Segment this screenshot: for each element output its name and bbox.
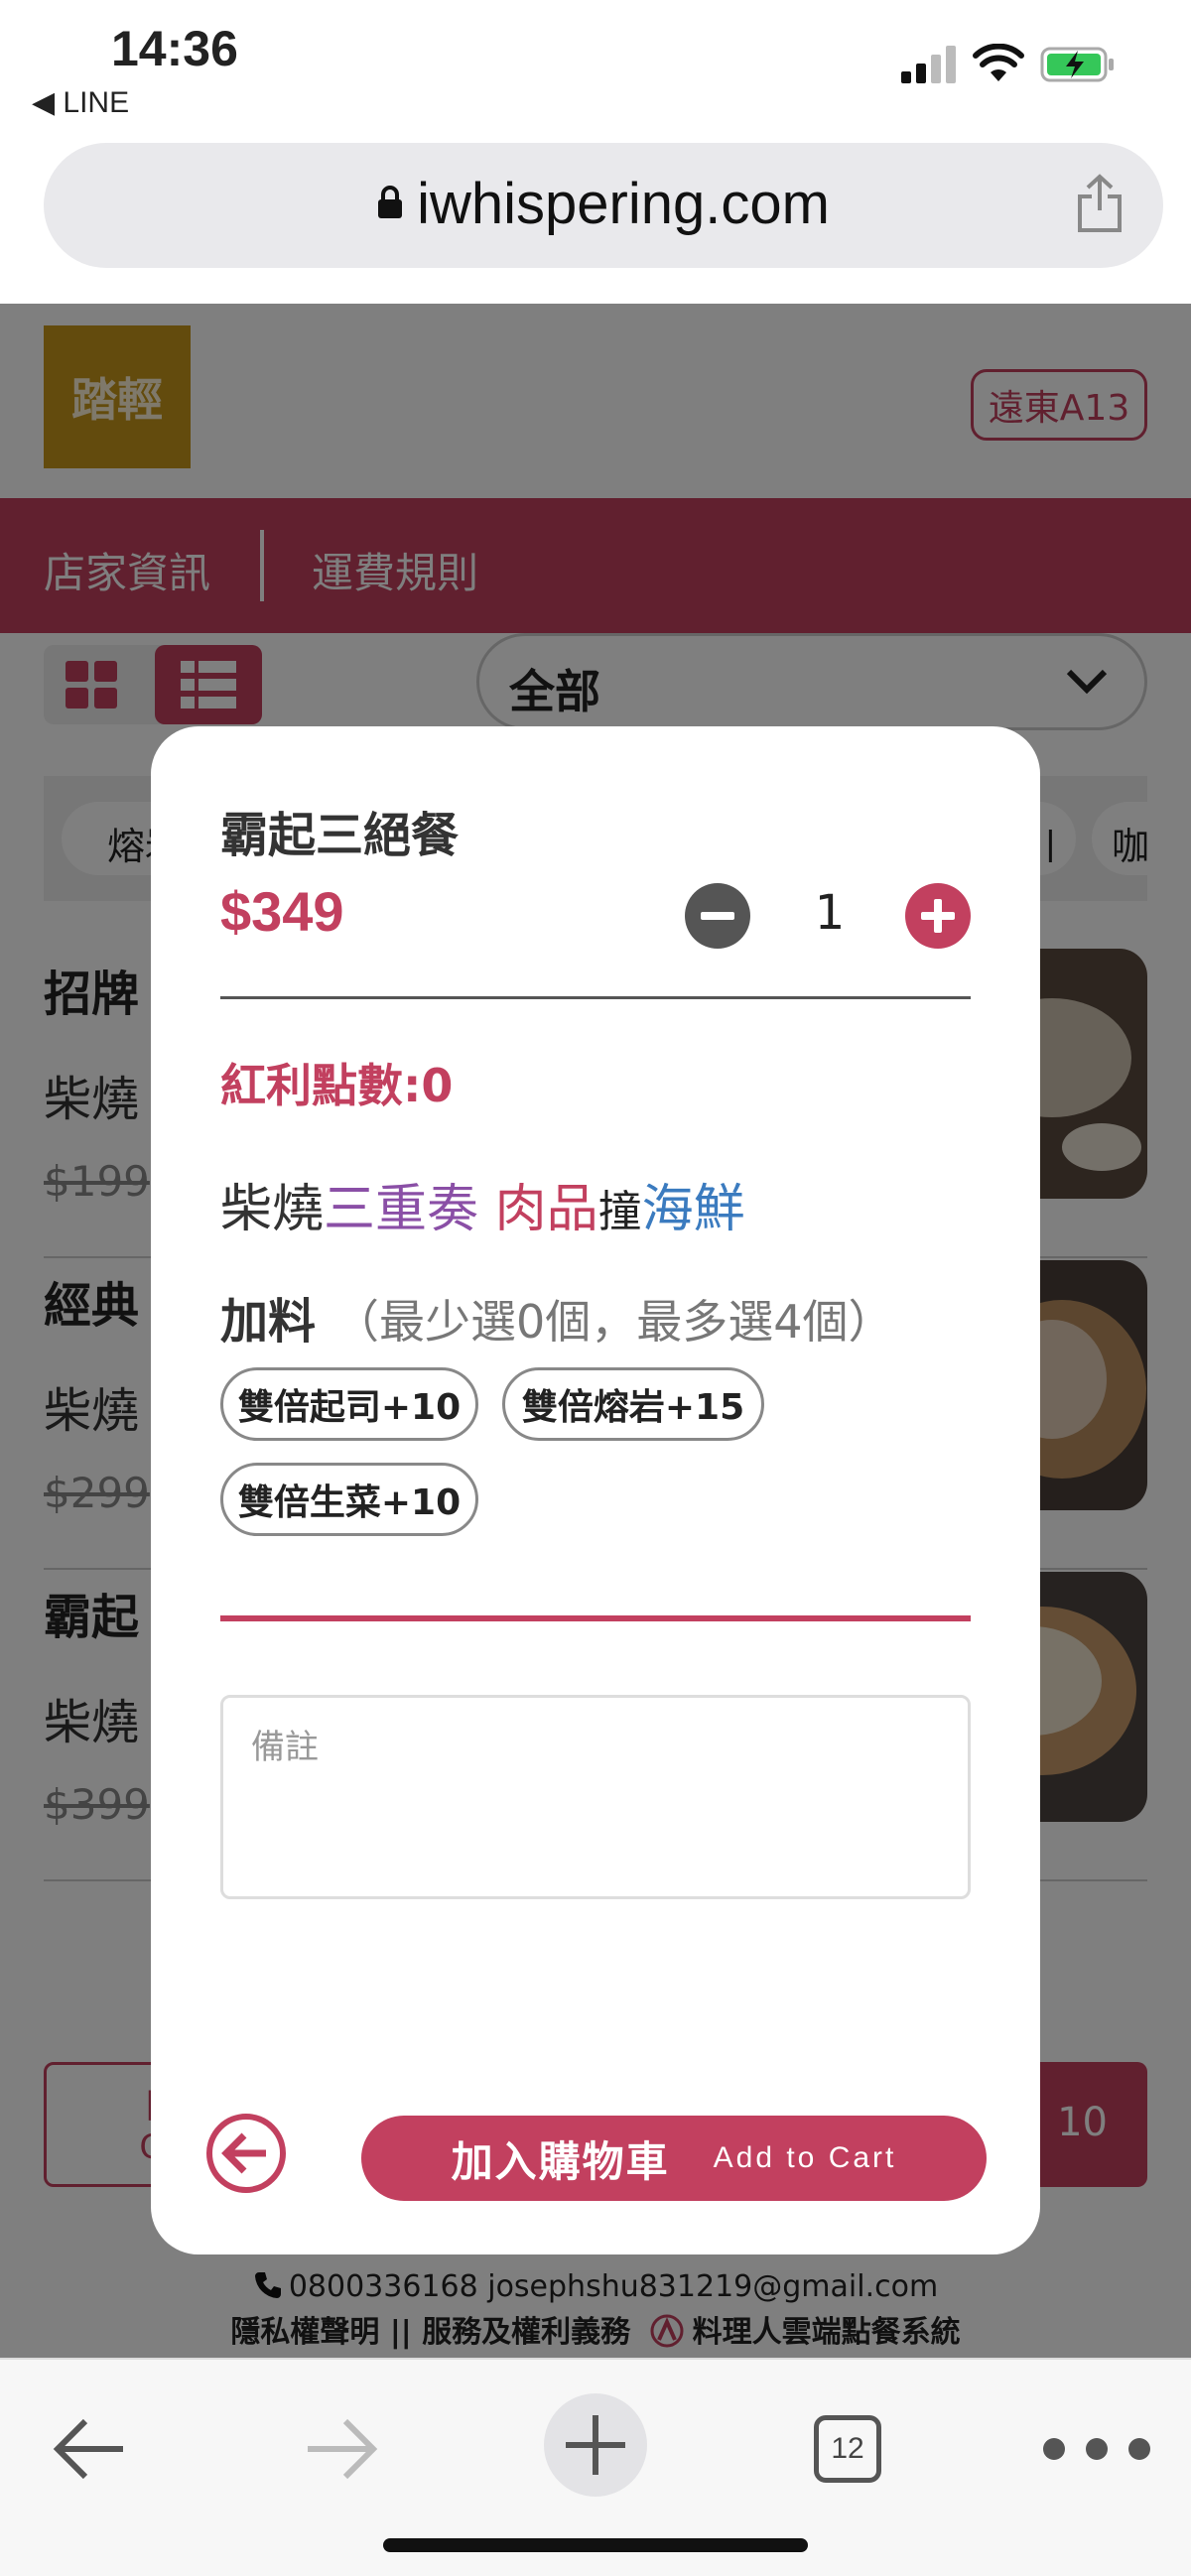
product-subtitle: 柴燒三重奏 肉品撞海鮮 xyxy=(220,1180,745,1239)
tab-switcher-button[interactable]: 12 xyxy=(814,2415,881,2483)
addon-section-title: 加料 （最少選0個，最多選4個） xyxy=(220,1294,894,1350)
browser-back-icon[interactable] xyxy=(50,2415,129,2483)
add-to-cart-button[interactable]: 加入購物車 Add to Cart xyxy=(361,2116,987,2201)
remark-input[interactable] xyxy=(220,1695,971,1899)
product-options-modal: 霸起三絕餐 $349 1 紅利點數:0 柴燒三重奏 肉品撞海鮮 加料 （最少選0個… xyxy=(151,726,1040,2254)
modal-divider xyxy=(220,996,971,999)
status-time: 14:36 xyxy=(111,21,238,76)
add-to-cart-label-en: Add to Cart xyxy=(713,2141,897,2174)
plus-icon xyxy=(566,2415,625,2475)
lock-icon xyxy=(378,186,403,218)
home-indicator xyxy=(383,2538,808,2552)
add-to-cart-label-zh: 加入購物車 xyxy=(451,2136,670,2186)
wifi-icon xyxy=(973,44,1024,81)
battery-charging-icon xyxy=(1040,47,1114,82)
addon-double-lava[interactable]: 雙倍熔岩+15 xyxy=(502,1367,764,1441)
share-icon[interactable] xyxy=(1076,173,1124,234)
quantity-decrease-icon[interactable] xyxy=(685,883,750,949)
addon-double-lettuce[interactable]: 雙倍生菜+10 xyxy=(220,1463,478,1536)
modal-product-price: $349 xyxy=(220,880,344,943)
url-text: iwhispering.com xyxy=(417,172,830,236)
addon-double-cheese[interactable]: 雙倍起司+10 xyxy=(220,1367,478,1441)
back-arrow-icon[interactable] xyxy=(204,2112,288,2195)
new-tab-button[interactable] xyxy=(544,2393,647,2497)
modal-accent-divider xyxy=(220,1615,971,1621)
status-bar: 14:36 ◀ LINE xyxy=(0,0,1191,129)
quantity-value: 1 xyxy=(814,885,846,941)
quantity-increase-icon[interactable] xyxy=(905,883,971,949)
browser-forward-icon[interactable] xyxy=(302,2415,381,2483)
url-bar[interactable]: iwhispering.com xyxy=(44,143,1163,268)
bonus-points: 紅利點數:0 xyxy=(220,1059,454,1112)
modal-product-title: 霸起三絕餐 xyxy=(220,808,460,863)
cellular-signal-icon xyxy=(901,46,956,83)
more-options-icon[interactable] xyxy=(1042,2437,1151,2461)
back-to-line-link[interactable]: ◀ LINE xyxy=(32,85,129,120)
addon-limit-note: （最少選0個，最多選4個） xyxy=(333,1295,894,1349)
